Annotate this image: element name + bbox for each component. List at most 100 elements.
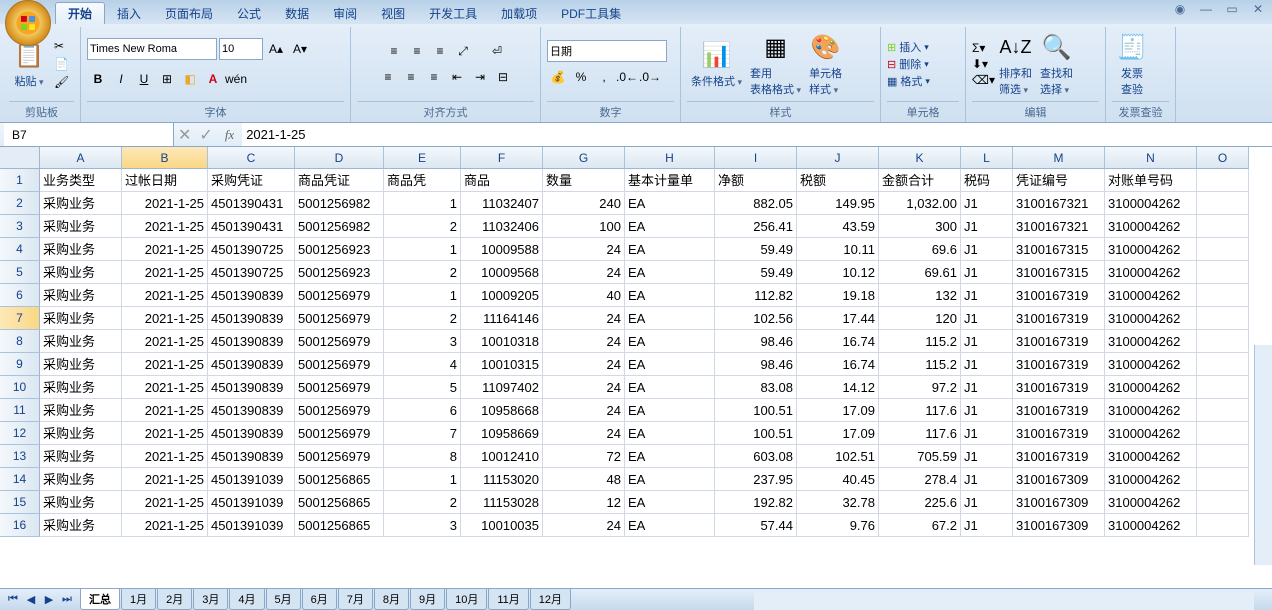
col-header-H[interactable]: H (625, 147, 715, 169)
sheet-tab-4月[interactable]: 4月 (229, 589, 264, 610)
increase-font-icon[interactable]: A▴ (265, 38, 287, 60)
data-cell[interactable]: 2021-1-25 (122, 192, 208, 215)
data-cell[interactable]: 2021-1-25 (122, 330, 208, 353)
data-cell[interactable]: J1 (961, 376, 1013, 399)
data-cell[interactable]: 3100004262 (1105, 399, 1197, 422)
sheet-tab-9月[interactable]: 9月 (410, 589, 445, 610)
row-header-16[interactable]: 16 (0, 514, 40, 537)
header-cell[interactable]: 业务类型 (40, 169, 122, 192)
data-cell[interactable]: 43.59 (797, 215, 879, 238)
ribbon-tab-4[interactable]: 数据 (273, 3, 321, 24)
data-cell[interactable]: J1 (961, 468, 1013, 491)
data-cell[interactable]: EA (625, 445, 715, 468)
data-cell[interactable]: 3100004262 (1105, 215, 1197, 238)
sheet-tab-2月[interactable]: 2月 (157, 589, 192, 610)
data-cell[interactable]: 10012410 (461, 445, 543, 468)
data-cell[interactable]: 10010315 (461, 353, 543, 376)
data-cell[interactable]: 5001256979 (295, 445, 384, 468)
data-cell[interactable]: 采购业务 (40, 445, 122, 468)
cut-icon[interactable]: ✂ (53, 38, 70, 54)
data-cell[interactable]: 2021-1-25 (122, 261, 208, 284)
data-cell[interactable]: 5001256982 (295, 215, 384, 238)
confirm-formula-icon[interactable]: ✓ (195, 125, 216, 145)
data-cell[interactable]: 采购业务 (40, 353, 122, 376)
data-cell[interactable]: 3100167319 (1013, 422, 1105, 445)
data-cell[interactable]: 237.95 (715, 468, 797, 491)
data-cell[interactable]: 3100004262 (1105, 330, 1197, 353)
data-cell[interactable]: 采购业务 (40, 399, 122, 422)
autosum-icon[interactable]: Σ▾ (972, 41, 995, 55)
invoice-check-button[interactable]: 🧾发票 查验 (1112, 29, 1152, 99)
data-cell[interactable]: 19.18 (797, 284, 879, 307)
data-cell[interactable]: EA (625, 307, 715, 330)
sheet-nav-first-icon[interactable]: ⏮ (4, 593, 22, 606)
data-cell[interactable]: 4501390839 (208, 307, 295, 330)
data-cell[interactable]: 3100167319 (1013, 445, 1105, 468)
row-header-12[interactable]: 12 (0, 422, 40, 445)
data-cell[interactable]: 3100004262 (1105, 284, 1197, 307)
data-cell[interactable]: 117.6 (879, 399, 961, 422)
align-bottom-icon[interactable]: ≡ (429, 40, 451, 62)
data-cell[interactable]: 10.12 (797, 261, 879, 284)
data-cell[interactable]: 4501390725 (208, 261, 295, 284)
ribbon-tab-2[interactable]: 页面布局 (153, 3, 225, 24)
sheet-tab-6月[interactable]: 6月 (302, 589, 337, 610)
header-cell[interactable]: 税额 (797, 169, 879, 192)
data-cell[interactable]: 102.51 (797, 445, 879, 468)
wrap-text-icon[interactable]: ⏎ (486, 40, 508, 62)
data-cell[interactable]: 5001256865 (295, 491, 384, 514)
data-cell[interactable]: 2021-1-25 (122, 399, 208, 422)
data-cell[interactable]: 9.76 (797, 514, 879, 537)
data-cell[interactable] (1197, 445, 1249, 468)
minimize-ribbon-icon[interactable]: — (1198, 2, 1214, 16)
data-cell[interactable]: 3100167319 (1013, 284, 1105, 307)
data-cell[interactable]: 2021-1-25 (122, 491, 208, 514)
data-cell[interactable]: 24 (543, 376, 625, 399)
fill-icon[interactable]: ⬇▾ (972, 57, 995, 71)
data-cell[interactable] (1197, 192, 1249, 215)
sheet-tab-1月[interactable]: 1月 (121, 589, 156, 610)
col-header-M[interactable]: M (1013, 147, 1105, 169)
font-size-select[interactable] (219, 38, 263, 60)
border-button[interactable]: ⊞ (156, 68, 178, 90)
data-cell[interactable]: 120 (879, 307, 961, 330)
data-cell[interactable]: 采购业务 (40, 215, 122, 238)
data-cell[interactable]: 24 (543, 238, 625, 261)
data-cell[interactable]: 10009568 (461, 261, 543, 284)
data-cell[interactable]: 3100167309 (1013, 514, 1105, 537)
data-cell[interactable]: 32.78 (797, 491, 879, 514)
data-cell[interactable]: 4 (384, 353, 461, 376)
sheet-tab-8月[interactable]: 8月 (374, 589, 409, 610)
header-cell[interactable]: 凭证编号 (1013, 169, 1105, 192)
sheet-nav-last-icon[interactable]: ⏭ (58, 593, 76, 606)
data-cell[interactable]: 5001256979 (295, 399, 384, 422)
sheet-tab-7月[interactable]: 7月 (338, 589, 373, 610)
data-cell[interactable]: 98.46 (715, 353, 797, 376)
data-cell[interactable]: 14.12 (797, 376, 879, 399)
data-cell[interactable]: 2 (384, 261, 461, 284)
data-cell[interactable] (1197, 399, 1249, 422)
data-cell[interactable]: 2021-1-25 (122, 307, 208, 330)
data-cell[interactable]: 40.45 (797, 468, 879, 491)
data-cell[interactable]: 2021-1-25 (122, 215, 208, 238)
data-cell[interactable]: 3100004262 (1105, 422, 1197, 445)
data-cell[interactable]: 1 (384, 468, 461, 491)
data-cell[interactable]: 24 (543, 353, 625, 376)
data-cell[interactable]: 3100167319 (1013, 307, 1105, 330)
data-cell[interactable]: 3100167321 (1013, 192, 1105, 215)
data-cell[interactable]: J1 (961, 284, 1013, 307)
row-header-4[interactable]: 4 (0, 238, 40, 261)
merge-cells-icon[interactable]: ⊟ (492, 66, 514, 88)
col-header-E[interactable]: E (384, 147, 461, 169)
data-cell[interactable]: 8 (384, 445, 461, 468)
data-cell[interactable]: 3100004262 (1105, 353, 1197, 376)
data-cell[interactable]: 采购业务 (40, 514, 122, 537)
data-cell[interactable]: 192.82 (715, 491, 797, 514)
align-left-icon[interactable]: ≡ (377, 66, 399, 88)
data-cell[interactable]: 3100004262 (1105, 307, 1197, 330)
data-cell[interactable]: 4501390839 (208, 330, 295, 353)
header-cell[interactable]: 过帐日期 (122, 169, 208, 192)
col-header-L[interactable]: L (961, 147, 1013, 169)
align-middle-icon[interactable]: ≡ (406, 40, 428, 62)
header-cell[interactable]: 商品凭证 (295, 169, 384, 192)
